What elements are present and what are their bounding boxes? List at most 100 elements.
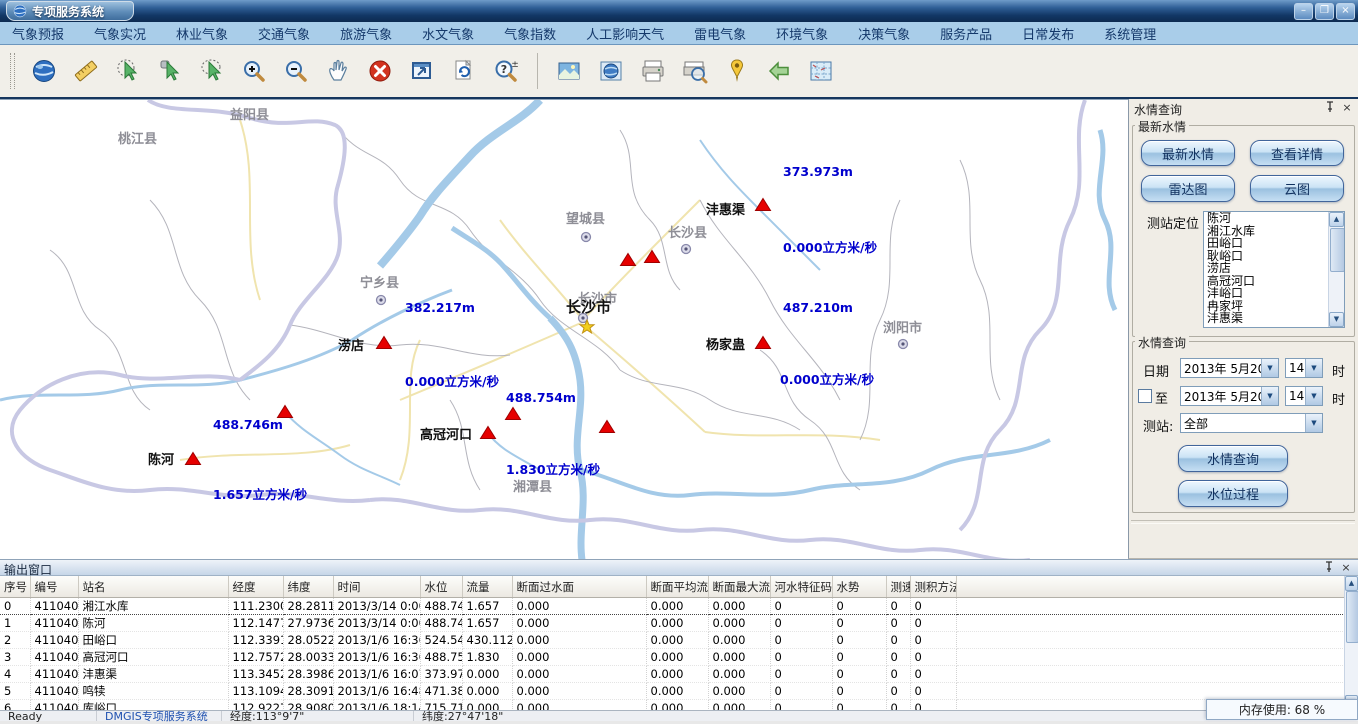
scroll-up-icon[interactable]: ▲ xyxy=(1329,212,1344,227)
toolbar-grip[interactable] xyxy=(10,53,15,89)
column-header[interactable]: 测速方法 xyxy=(886,576,910,598)
globe-view-icon[interactable] xyxy=(596,55,626,87)
lasso-select-icon[interactable] xyxy=(197,55,227,87)
back-arrow-icon[interactable] xyxy=(764,55,794,87)
menu-item-10[interactable]: 决策气象 xyxy=(858,24,910,43)
column-header[interactable]: 断面平均流 xyxy=(646,576,708,598)
scroll-up-icon[interactable]: ▲ xyxy=(1345,576,1358,591)
station-marker-icon[interactable] xyxy=(756,337,771,349)
locate-pin-icon[interactable] xyxy=(722,55,752,87)
scroll-thumb[interactable] xyxy=(1330,228,1345,272)
select-arrow-icon[interactable] xyxy=(155,55,185,87)
station-select-combo[interactable]: 全部▼ xyxy=(1180,413,1323,433)
menu-item-2[interactable]: 林业气象 xyxy=(176,24,228,43)
zoom-in-icon[interactable] xyxy=(239,55,269,87)
hour-to-combo[interactable]: 14▼ xyxy=(1285,386,1323,406)
column-header[interactable]: 水势 xyxy=(832,576,886,598)
output-grid-scrollbar[interactable]: ▲ ▼ xyxy=(1344,576,1358,710)
table-row[interactable]: 341104010高冠河口112.75722228.0033332013/1/6… xyxy=(0,649,1345,666)
minimize-button[interactable]: – xyxy=(1294,3,1313,20)
hour-from-combo[interactable]: 14▼ xyxy=(1285,358,1323,378)
panel-pin-icon[interactable] xyxy=(1323,101,1337,115)
output-close-icon[interactable]: × xyxy=(1339,561,1353,575)
panel-close-icon[interactable]: × xyxy=(1340,101,1354,115)
menu-item-1[interactable]: 气象实况 xyxy=(94,24,146,43)
pan-hand-icon[interactable] xyxy=(323,55,353,87)
map-area[interactable]: 益阳县桃江县宁乡县望城县长沙县长沙市浏阳市湘潭县 长沙市 涝店陈河高冠河口沣惠渠… xyxy=(0,99,1128,560)
select-features-icon[interactable] xyxy=(113,55,143,87)
station-marker-icon[interactable] xyxy=(621,254,636,266)
scroll-down-icon[interactable]: ▼ xyxy=(1329,312,1344,327)
cloud-image-button[interactable]: 云图 xyxy=(1250,175,1344,202)
menu-item-7[interactable]: 人工影响天气 xyxy=(586,24,664,43)
zoom-window-icon[interactable] xyxy=(407,55,437,87)
table-row[interactable]: 541104022鸣犊113.10944428.3091672013/1/6 1… xyxy=(0,683,1345,700)
station-marker-icon[interactable] xyxy=(756,199,771,211)
column-header[interactable]: 河水特征码 xyxy=(770,576,832,598)
menu-item-13[interactable]: 系统管理 xyxy=(1104,24,1156,43)
to-date-checkbox[interactable] xyxy=(1138,389,1152,403)
chevron-down-icon[interactable]: ▼ xyxy=(1261,359,1278,377)
close-button[interactable]: × xyxy=(1336,3,1355,20)
table-row[interactable]: 441104017沣惠渠113.34527828.3986112013/1/6 … xyxy=(0,666,1345,683)
maximize-button[interactable]: ❐ xyxy=(1315,3,1334,20)
column-header[interactable]: 时间 xyxy=(333,576,420,598)
station-marker-icon[interactable] xyxy=(278,406,293,418)
refresh-icon[interactable] xyxy=(449,55,479,87)
station-list-item[interactable]: 陈河 xyxy=(1205,212,1329,225)
column-header[interactable]: 纬度 xyxy=(283,576,333,598)
column-header[interactable]: 流量 xyxy=(462,576,512,598)
grid-layer-icon[interactable] xyxy=(806,55,836,87)
chevron-down-icon[interactable]: ▼ xyxy=(1305,387,1322,405)
output-grid[interactable]: 序号编号站名经度纬度时间水位流量断面过水面断面平均流断面最大流河水特征码水势测速… xyxy=(0,576,1345,710)
table-row[interactable]: 041104002湘江水库111.23000028.2811112013/3/1… xyxy=(0,598,1345,615)
water-level-process-button[interactable]: 水位过程 xyxy=(1178,480,1288,507)
view-detail-button[interactable]: 查看详情 xyxy=(1250,140,1344,166)
table-row[interactable]: 241104004田峪口112.33916728.0522222013/1/6 … xyxy=(0,632,1345,649)
column-header[interactable]: 编号 xyxy=(30,576,78,598)
radar-chart-button[interactable]: 雷达图 xyxy=(1141,175,1235,202)
latest-water-button[interactable]: 最新水情 xyxy=(1141,140,1235,166)
menu-item-9[interactable]: 环境气象 xyxy=(776,24,828,43)
chevron-down-icon[interactable]: ▼ xyxy=(1305,359,1322,377)
map-canvas[interactable]: 益阳县桃江县宁乡县望城县长沙县长沙市浏阳市湘潭县 长沙市 涝店陈河高冠河口沣惠渠… xyxy=(0,100,1128,560)
menu-item-8[interactable]: 雷电气象 xyxy=(694,24,746,43)
station-listbox[interactable]: 陈河湘江水库田峪口耿峪口涝店高冠河口沣峪口冉家坪沣惠渠 ▲ ▼ xyxy=(1203,211,1345,328)
column-header[interactable]: 测积方法 xyxy=(910,576,956,598)
menu-item-6[interactable]: 气象指数 xyxy=(504,24,556,43)
station-list-scrollbar[interactable]: ▲ ▼ xyxy=(1328,212,1344,327)
measure-ruler-icon[interactable] xyxy=(71,55,101,87)
station-marker-icon[interactable] xyxy=(600,421,615,433)
water-query-button[interactable]: 水情查询 xyxy=(1178,445,1288,472)
column-header[interactable]: 水位 xyxy=(420,576,462,598)
station-marker-icon[interactable] xyxy=(506,408,521,420)
menu-item-0[interactable]: 气象预报 xyxy=(12,24,64,43)
column-header[interactable]: 序号 xyxy=(0,576,30,598)
column-header[interactable]: 断面过水面 xyxy=(512,576,646,598)
menu-item-3[interactable]: 交通气象 xyxy=(258,24,310,43)
station-marker-icon[interactable] xyxy=(481,427,496,439)
chevron-down-icon[interactable]: ▼ xyxy=(1305,414,1322,432)
export-image-icon[interactable] xyxy=(554,55,584,87)
print-icon[interactable] xyxy=(638,55,668,87)
chevron-down-icon[interactable]: ▼ xyxy=(1261,387,1278,405)
globe-icon[interactable] xyxy=(29,55,59,87)
menu-item-11[interactable]: 服务产品 xyxy=(940,24,992,43)
station-list-item[interactable]: 沣峪口 xyxy=(1205,287,1329,300)
stop-icon[interactable] xyxy=(365,55,395,87)
column-header[interactable]: 站名 xyxy=(78,576,228,598)
station-list-item[interactable]: 涝店 xyxy=(1205,262,1329,275)
date-to-combo[interactable]: 2013年 5月20日▼ xyxy=(1180,386,1279,406)
output-pin-icon[interactable] xyxy=(1322,561,1336,575)
date-from-combo[interactable]: 2013年 5月20日▼ xyxy=(1180,358,1279,378)
station-list-item[interactable]: 田峪口 xyxy=(1205,237,1329,250)
column-header[interactable]: 经度 xyxy=(228,576,283,598)
column-header[interactable]: 断面最大流 xyxy=(708,576,770,598)
menu-item-4[interactable]: 旅游气象 xyxy=(340,24,392,43)
station-marker-icon[interactable] xyxy=(377,337,392,349)
zoom-out-icon[interactable] xyxy=(281,55,311,87)
menu-item-12[interactable]: 日常发布 xyxy=(1022,24,1074,43)
menu-item-5[interactable]: 水文气象 xyxy=(422,24,474,43)
scroll-thumb[interactable] xyxy=(1346,591,1358,643)
table-row[interactable]: 141104002陈河112.14777827.9736112013/3/14 … xyxy=(0,615,1345,632)
